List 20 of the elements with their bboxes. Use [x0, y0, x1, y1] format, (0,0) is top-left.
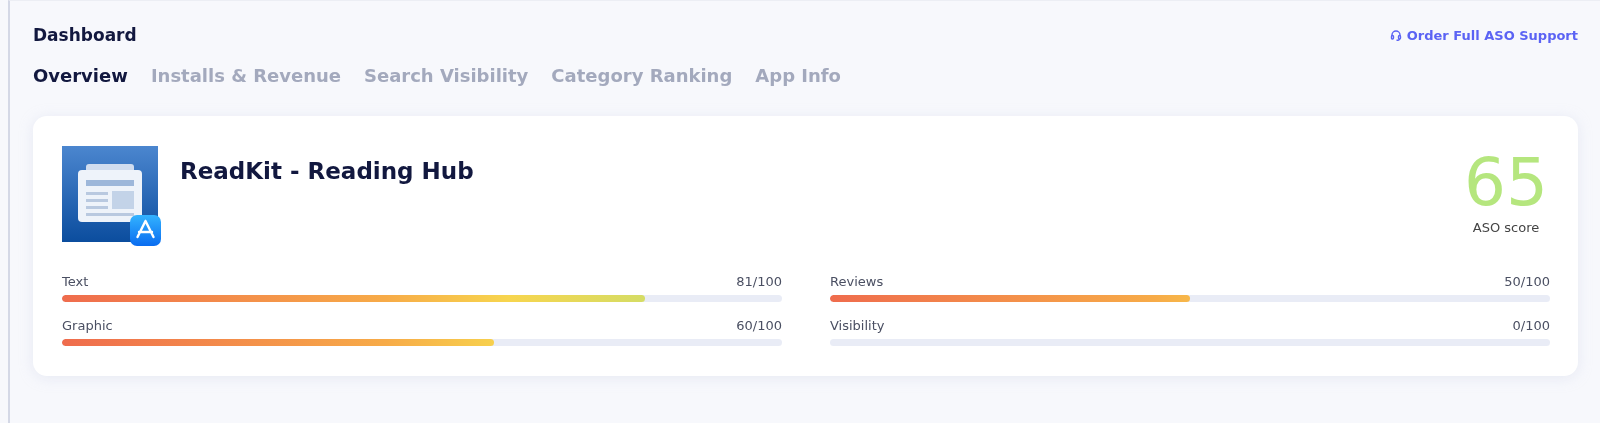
- tab[interactable]: Overview: [33, 65, 128, 86]
- metric-score: 60/100: [736, 318, 782, 333]
- metric-score: 0/100: [1512, 318, 1550, 333]
- page-title: Dashboard: [33, 25, 137, 45]
- support-link[interactable]: Order Full ASO Support: [1389, 27, 1578, 43]
- tab[interactable]: App Info: [755, 65, 841, 86]
- headset-icon: [1389, 29, 1402, 41]
- metric-name: Text: [62, 274, 89, 289]
- score-label: ASO score: [1471, 220, 1541, 235]
- tab[interactable]: Category Ranking: [551, 65, 733, 86]
- tab[interactable]: Search Visibility: [364, 65, 529, 86]
- tab[interactable]: Installs & Revenue: [150, 65, 341, 86]
- app-name: ReadKit - Reading Hub: [180, 158, 474, 186]
- metric-name: Graphic: [62, 318, 113, 333]
- metric-score: 50/100: [1504, 274, 1550, 289]
- metric-score: 81/100: [736, 274, 782, 289]
- app-icon: [62, 146, 162, 248]
- metric-name: Visibility: [830, 318, 885, 333]
- metric-name: Reviews: [830, 274, 884, 289]
- aso-score: 65: [1464, 150, 1548, 216]
